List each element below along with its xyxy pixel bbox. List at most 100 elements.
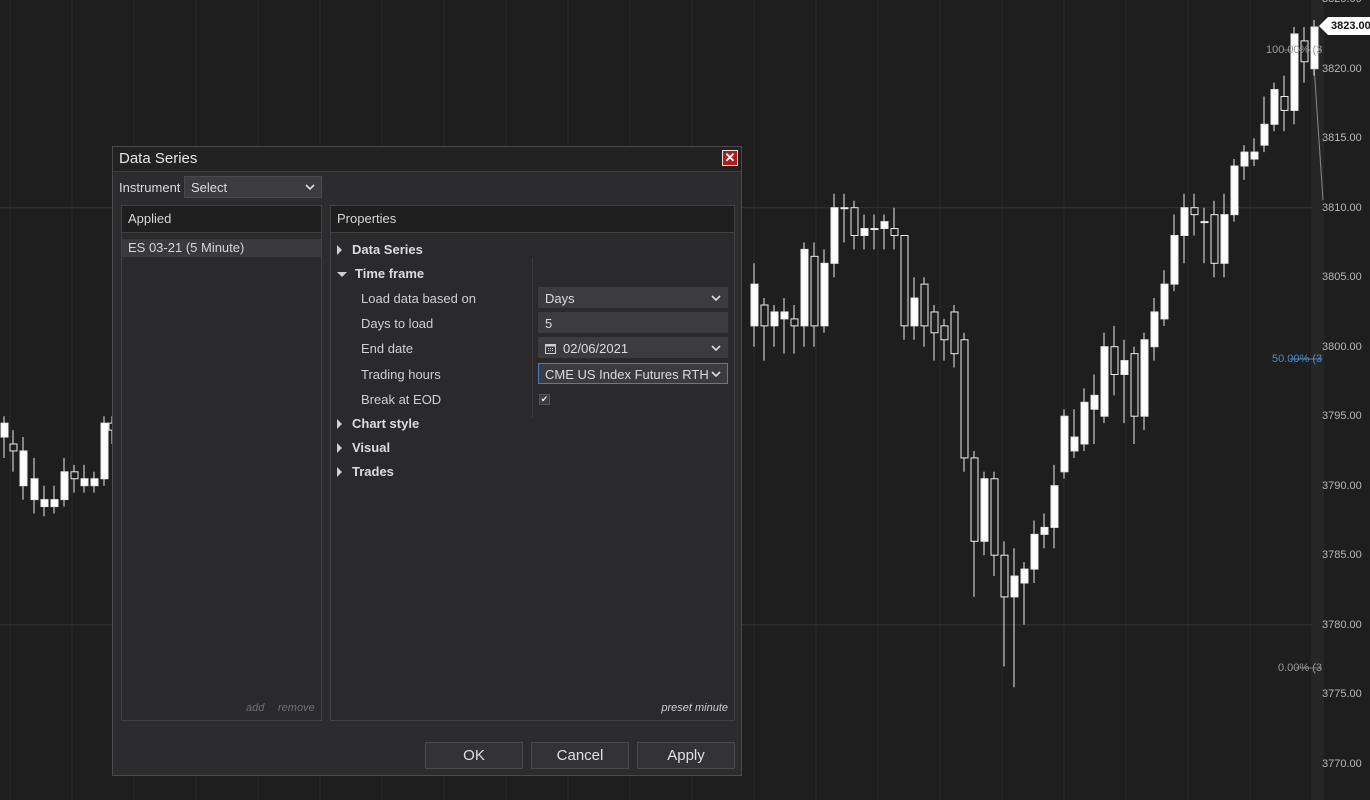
close-button[interactable]: ✕	[722, 150, 738, 166]
break-at-eod-checkbox[interactable]: ✔	[539, 394, 550, 405]
price-axis-label: 3795.00	[1322, 410, 1362, 423]
candle-body	[1250, 151, 1259, 160]
candle-body	[920, 283, 929, 327]
candle-body	[1150, 311, 1159, 348]
load-data-based-on-label: Load data based on	[361, 291, 476, 306]
candle-body	[1260, 123, 1269, 146]
candle-body	[1100, 346, 1109, 417]
expand-icon	[337, 467, 342, 477]
chevron-down-icon	[305, 184, 315, 191]
candle-body	[760, 304, 769, 327]
candle-body	[1030, 533, 1039, 570]
candle-body	[1060, 415, 1069, 473]
candle-body	[1130, 353, 1139, 417]
candle-body	[840, 207, 849, 210]
expand-icon	[337, 443, 342, 453]
fib-level-0: 0.00% (3	[1278, 662, 1323, 674]
candle-body	[1120, 360, 1129, 376]
applied-header: Applied	[122, 206, 321, 233]
candle-body	[850, 207, 859, 236]
properties-header: Properties	[331, 206, 734, 233]
candle-body	[950, 311, 959, 355]
candle-body	[1230, 165, 1239, 216]
chevron-down-icon	[711, 371, 721, 378]
load-data-based-on-select[interactable]: Days	[538, 287, 728, 308]
price-axis-label: 3780.00	[1322, 618, 1362, 631]
section-trades[interactable]: Trades	[337, 464, 394, 479]
end-date-picker[interactable]: 02/06/2021	[538, 337, 728, 358]
candle-body	[1080, 401, 1089, 445]
candle-body	[1170, 235, 1179, 285]
candle-body	[1050, 485, 1059, 528]
candle-body	[80, 478, 89, 487]
candle-body	[810, 255, 819, 327]
candle-body	[50, 499, 59, 508]
days-to-load-input[interactable]: 5	[538, 312, 728, 333]
trading-hours-select[interactable]: CME US Index Futures RTH	[538, 363, 728, 384]
candle-body	[1090, 394, 1099, 410]
candle-body	[1200, 221, 1209, 224]
candle-body	[1280, 96, 1289, 111]
candle-body	[860, 228, 869, 237]
instrument-label: Instrument	[119, 180, 181, 195]
candle-body	[900, 235, 909, 327]
candle-body	[980, 478, 989, 542]
candle-body	[800, 248, 809, 327]
candle-body	[1180, 207, 1189, 236]
candle-body	[1010, 575, 1019, 598]
instrument-select[interactable]: Select	[184, 176, 322, 198]
candle-body	[770, 311, 779, 327]
price-axis-label: 3785.00	[1322, 549, 1362, 562]
chevron-down-icon	[711, 345, 721, 352]
price-axis-label: 3800.00	[1322, 340, 1362, 353]
dialog-title-bar[interactable]: Data Series ✕	[113, 147, 741, 172]
section-visual[interactable]: Visual	[337, 440, 390, 455]
candle-body	[970, 457, 979, 542]
section-chart-style[interactable]: Chart style	[337, 416, 419, 431]
add-link[interactable]: add	[246, 702, 264, 714]
end-date-label: End date	[361, 341, 414, 356]
candle-body	[1160, 283, 1169, 320]
collapse-icon	[337, 272, 347, 277]
candle-body	[870, 228, 879, 231]
expand-icon	[337, 245, 342, 255]
price-axis-label: 3790.00	[1322, 479, 1362, 492]
applied-item[interactable]: ES 03-21 (5 Minute)	[122, 239, 321, 257]
dialog-title: Data Series	[119, 150, 198, 167]
candle-body	[70, 471, 79, 480]
apply-button[interactable]: Apply	[637, 742, 735, 769]
cancel-button[interactable]: Cancel	[531, 742, 629, 769]
candle-body	[40, 499, 49, 508]
candle-body	[60, 471, 69, 501]
candle-body	[1020, 568, 1029, 584]
candle-body	[780, 311, 789, 320]
section-data-series[interactable]: Data Series	[337, 242, 423, 257]
remove-link[interactable]: remove	[278, 702, 315, 714]
candle-body	[930, 311, 939, 334]
candle-body	[750, 283, 759, 327]
property-grid-divider[interactable]	[532, 258, 533, 418]
candle-body	[1220, 214, 1229, 264]
candle-body	[9, 443, 18, 452]
candle-body	[1070, 436, 1079, 452]
break-at-eod-label: Break at EOD	[361, 392, 442, 407]
price-axis-label: 3775.00	[1322, 688, 1362, 701]
data-series-dialog: Data Series ✕ Instrument Select Applied …	[112, 146, 742, 776]
candle-body	[790, 318, 799, 327]
price-axis-label: 3805.00	[1322, 271, 1362, 284]
candle-body	[1140, 339, 1149, 417]
section-time-frame[interactable]: Time frame	[337, 266, 424, 281]
candle-body	[1190, 207, 1199, 216]
preset-link[interactable]: preset minute	[661, 702, 728, 714]
close-icon: ✕	[724, 150, 736, 165]
last-price-marker: 3823.00	[1319, 17, 1370, 35]
candle-body	[820, 262, 829, 327]
days-to-load-label: Days to load	[361, 316, 434, 331]
candle-body	[100, 422, 109, 480]
candle-body	[1270, 89, 1279, 125]
candle-body	[19, 450, 28, 487]
expand-icon	[337, 419, 342, 429]
price-axis-label: 3770.00	[1322, 757, 1362, 770]
ok-button[interactable]: OK	[425, 742, 523, 769]
candle-body	[940, 325, 949, 341]
